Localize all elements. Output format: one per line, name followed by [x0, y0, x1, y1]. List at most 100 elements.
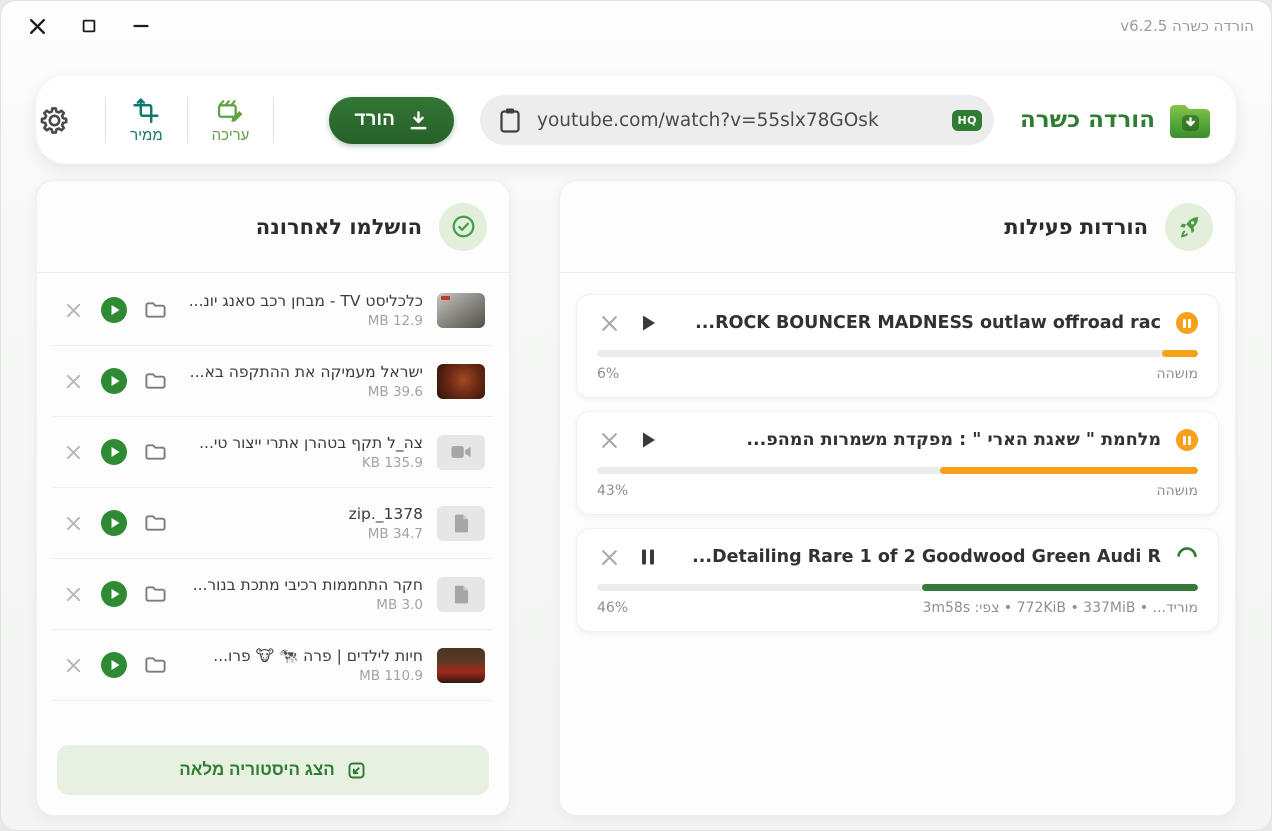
active-downloads-list: ROCK BOUNCER MADNESS outlaw offroad rac.… [560, 273, 1235, 653]
completed-item-row: חקר התחממות רכיבי מתכת בנור... 3.0 MB [53, 559, 493, 630]
open-folder-icon[interactable] [143, 369, 167, 393]
play-file-icon[interactable] [101, 652, 127, 678]
remove-item-icon[interactable] [61, 369, 85, 393]
file-icon [454, 514, 469, 533]
completed-item-row: 1378_.zip 34.7 MB [53, 488, 493, 559]
play-file-icon[interactable] [101, 581, 127, 607]
download-card: Detailing Rare 1 of 2 Goodwood Green Aud… [576, 528, 1219, 632]
video-camera-icon [451, 445, 471, 459]
download-button-label: הורד [354, 109, 395, 131]
play-file-icon[interactable] [101, 439, 127, 465]
completed-item-size: 34.7 MB [181, 526, 423, 542]
remove-item-icon[interactable] [61, 582, 85, 606]
external-link-icon [346, 760, 367, 781]
toolbar: הורדה כשרה youtube.com/watch?v=55slx78GO… [36, 76, 1236, 164]
app-window: הורדה כשרה v6.2.5 [0, 0, 1272, 831]
completed-item-row: כלכליסט TV - מבחן רכב סאנג יונ... 12.9 M… [53, 275, 493, 346]
quality-badge[interactable]: HQ [952, 110, 982, 131]
completed-item-title: חיות לילדים | פרה 🐄 🐮 פרו... [181, 647, 423, 665]
remove-item-icon[interactable] [61, 653, 85, 677]
cancel-download-icon[interactable] [597, 545, 621, 569]
progress-bar [597, 350, 1198, 357]
remove-item-icon[interactable] [61, 511, 85, 535]
clipboard-icon [498, 107, 522, 134]
brand: הורדה כשרה [1020, 102, 1212, 139]
url-value[interactable]: youtube.com/watch?v=55slx78GOsk [537, 110, 952, 131]
open-folder-icon[interactable] [143, 653, 167, 677]
play-file-icon[interactable] [101, 297, 127, 323]
video-thumbnail [437, 293, 485, 328]
open-folder-icon[interactable] [143, 298, 167, 322]
window-controls [26, 15, 152, 37]
gear-icon [38, 104, 71, 137]
video-edit-icon [216, 97, 246, 124]
show-full-history-button[interactable]: הצג היסטוריה מלאה [57, 745, 489, 795]
convert-button[interactable]: ממיר [128, 97, 165, 144]
brand-folder-download-icon [1168, 102, 1212, 139]
cancel-download-icon[interactable] [597, 428, 621, 452]
download-title: Detailing Rare 1 of 2 Goodwood Green Aud… [675, 547, 1161, 567]
paused-status-icon [1176, 312, 1198, 334]
completed-item-title: כלכליסט TV - מבחן רכב סאנג יונ... [181, 292, 423, 310]
play-file-icon[interactable] [101, 510, 127, 536]
edit-button-label: עריכה [212, 127, 250, 144]
window-background: הורדה כשרה v6.2.5 [0, 0, 1272, 831]
remove-item-icon[interactable] [61, 440, 85, 464]
crop-convert-icon [132, 97, 160, 124]
download-title: ROCK BOUNCER MADNESS outlaw offroad rac.… [675, 313, 1161, 333]
progress-bar [597, 467, 1198, 474]
minimize-window-icon[interactable] [130, 15, 152, 37]
completed-panel: הושלמו לאחרונה כלכליסט TV - מבחן רכב סאנ… [36, 180, 510, 816]
paused-status-icon [1176, 429, 1198, 451]
edit-button[interactable]: עריכה [210, 97, 252, 144]
history-button-label: הצג היסטוריה מלאה [179, 760, 334, 780]
completed-item-size: 3.0 MB [181, 597, 423, 613]
download-arrow-icon [408, 110, 429, 131]
titlebar: הורדה כשרה v6.2.5 [0, 0, 1272, 52]
download-title: מלחמת " שאגת הארי " : מפקדת משמרות המהפ.… [675, 430, 1161, 450]
completed-item-size: 12.9 MB [181, 313, 423, 329]
completed-panel-header: הושלמו לאחרונה [37, 181, 509, 273]
completed-item-title: ישראל מעמיקה את ההתקפה בא... [181, 363, 423, 381]
resume-play-icon[interactable] [636, 428, 660, 452]
app-title: הורדה כשרה v6.2.5 [1120, 17, 1254, 35]
open-folder-icon[interactable] [143, 511, 167, 535]
download-card: ROCK BOUNCER MADNESS outlaw offroad rac.… [576, 294, 1219, 398]
maximize-window-icon[interactable] [78, 15, 100, 37]
video-placeholder-thumbnail [437, 435, 485, 470]
pause-download-icon[interactable] [636, 545, 660, 569]
toolbar-divider [273, 97, 274, 143]
resume-play-icon[interactable] [636, 311, 660, 335]
check-circle-icon [439, 203, 487, 251]
download-percent: 46% [597, 600, 628, 616]
download-card: מלחמת " שאגת הארי " : מפקדת משמרות המהפ.… [576, 411, 1219, 515]
active-panel-title: הורדות פעילות [1004, 215, 1148, 239]
url-input[interactable]: youtube.com/watch?v=55slx78GOsk HQ [480, 95, 994, 145]
download-status: מוריד... • 772KiB • 337MiB • צפי: 3m58s [922, 600, 1198, 616]
video-thumbnail [437, 364, 485, 399]
play-file-icon[interactable] [101, 368, 127, 394]
completed-panel-title: הושלמו לאחרונה [256, 215, 422, 239]
open-folder-icon[interactable] [143, 582, 167, 606]
toolbar-divider [105, 97, 106, 143]
toolbar-divider [187, 97, 188, 143]
download-percent: 6% [597, 366, 619, 382]
completed-item-row: ישראל מעמיקה את ההתקפה בא... 39.6 MB [53, 346, 493, 417]
download-button[interactable]: הורד [329, 97, 454, 144]
download-percent: 43% [597, 483, 628, 499]
convert-button-label: ממיר [130, 127, 163, 144]
completed-item-title: צה_ל תקף בטהרן אתרי ייצור טי... [181, 434, 423, 452]
download-status: מושהה [1156, 366, 1198, 382]
completed-item-size: 110.9 MB [181, 668, 423, 684]
active-downloads-panel: הורדות פעילות ROCK BOUNCER MADNESS outla… [559, 180, 1236, 816]
open-folder-icon[interactable] [143, 440, 167, 464]
settings-button[interactable] [38, 104, 71, 137]
remove-item-icon[interactable] [61, 298, 85, 322]
completed-item-row: צה_ל תקף בטהרן אתרי ייצור טי... 135.9 KB [53, 417, 493, 488]
cancel-download-icon[interactable] [597, 311, 621, 335]
file-placeholder-thumbnail [437, 577, 485, 612]
close-window-icon[interactable] [26, 15, 48, 37]
rocket-icon [1165, 203, 1213, 251]
progress-bar [597, 584, 1198, 591]
download-status: מושהה [1156, 483, 1198, 499]
